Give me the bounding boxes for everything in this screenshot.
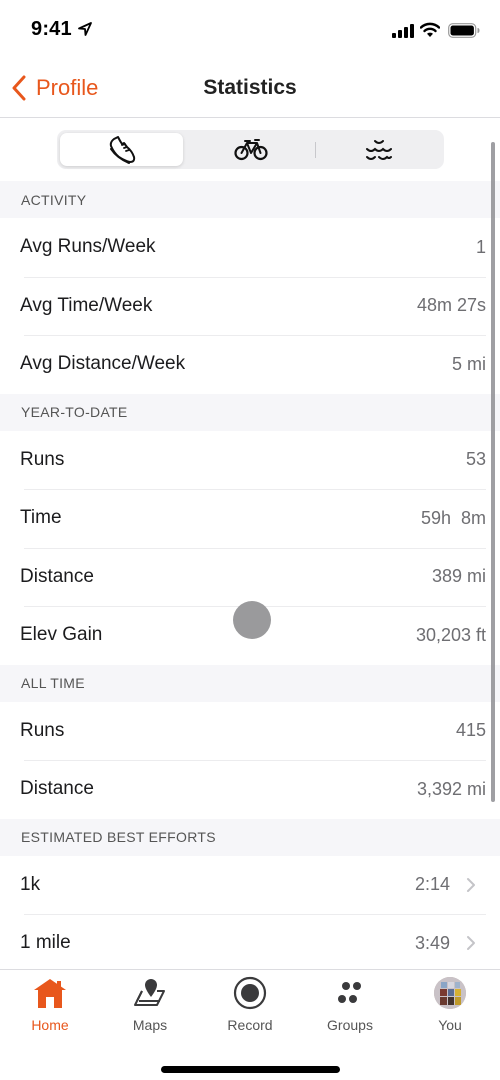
stat-label: Runs xyxy=(20,448,65,470)
stat-value: 30,203 ft xyxy=(415,624,486,645)
navigation-bar: Profile Statistics xyxy=(0,60,500,118)
stat-label: Distance xyxy=(20,565,94,587)
stat-value: 3,392 mi xyxy=(416,778,486,799)
stat-value: 48m 27s xyxy=(416,295,486,316)
section-header-year-to-date: YEAR-TO-DATE xyxy=(0,393,500,431)
swim-waves-icon xyxy=(365,139,392,160)
stat-row: Runs 415 xyxy=(0,701,500,760)
effort-label: 1k xyxy=(20,873,41,895)
stat-value: 59h 8m xyxy=(420,507,486,528)
stat-value: 1 xyxy=(475,236,486,257)
wifi-icon xyxy=(420,22,440,37)
stat-label: Avg Time/Week xyxy=(20,294,153,316)
tab-record[interactable]: Record xyxy=(200,976,300,1038)
bicycle-icon xyxy=(233,138,268,160)
tab-bar: Home Maps Record Groups You xyxy=(0,969,500,1080)
touch-indicator xyxy=(233,601,271,639)
cellular-signal-icon xyxy=(392,24,414,38)
stat-label: Distance xyxy=(20,778,94,800)
running-shoe-icon xyxy=(109,135,135,164)
record-icon xyxy=(233,976,267,1010)
status-bar: 9:41 xyxy=(0,0,500,60)
effort-label: 1 mile xyxy=(20,932,71,954)
tab-maps[interactable]: Maps xyxy=(100,976,200,1038)
tab-label: Maps xyxy=(132,1017,168,1033)
stat-label: Time xyxy=(20,507,62,529)
stat-row: Distance 389 mi xyxy=(0,547,500,606)
best-effort-row[interactable]: 1k 2:14 xyxy=(0,855,500,914)
avatar xyxy=(434,977,466,1009)
sport-type-selector xyxy=(57,130,444,169)
segment-swim[interactable] xyxy=(318,133,441,166)
page-title: Statistics xyxy=(203,76,297,99)
home-icon xyxy=(34,979,66,1008)
section-header-best-efforts: ESTIMATED BEST EFFORTS xyxy=(0,818,500,856)
stat-value: 415 xyxy=(455,720,486,741)
stat-label: Avg Distance/Week xyxy=(20,353,186,375)
section-all-time: Runs 415 Distance 3,392 mi xyxy=(0,701,500,819)
tab-label: Record xyxy=(227,1017,273,1033)
best-effort-row[interactable]: 1 mile 3:49 xyxy=(0,914,500,969)
section-header-activity: ACTIVITY xyxy=(0,181,500,218)
location-arrow-icon xyxy=(78,22,92,36)
section-header-all-time: ALL TIME xyxy=(0,664,500,702)
stat-label: Runs xyxy=(20,719,65,741)
stat-value: 53 xyxy=(465,449,486,470)
stat-row: Avg Runs/Week 1 xyxy=(0,218,500,277)
stat-row: Runs 53 xyxy=(0,430,500,489)
effort-value: 2:14 xyxy=(414,874,450,895)
tab-home[interactable]: Home xyxy=(0,976,100,1038)
chevron-right-icon xyxy=(467,877,475,892)
section-activity: Avg Runs/Week 1 Avg Time/Week 48m 27s Av… xyxy=(0,218,500,394)
map-pin-icon xyxy=(134,979,165,1006)
stat-row: Avg Distance/Week 5 mi xyxy=(0,335,500,394)
scrollbar[interactable] xyxy=(491,142,495,802)
stat-row: Time 59h 8m xyxy=(0,489,500,548)
stat-row: Distance 3,392 mi xyxy=(0,760,500,819)
segment-ride[interactable] xyxy=(189,133,312,166)
tab-label: You xyxy=(438,1017,462,1033)
section-best-efforts: 1k 2:14 1 mile 3:49 xyxy=(0,855,500,969)
chevron-right-icon xyxy=(467,936,475,951)
stat-label: Avg Runs/Week xyxy=(20,236,156,258)
segment-run[interactable] xyxy=(60,133,183,166)
effort-value: 3:49 xyxy=(414,932,450,953)
statistics-list: ACTIVITY Avg Runs/Week 1 Avg Time/Week 4… xyxy=(0,181,500,969)
stat-value: 389 mi xyxy=(431,566,486,587)
tab-you[interactable]: You xyxy=(400,976,500,1038)
battery-icon xyxy=(448,23,480,38)
stat-label: Elev Gain xyxy=(20,624,103,646)
status-time: 9:41 xyxy=(31,18,72,40)
groups-icon xyxy=(338,982,361,1003)
stat-row: Avg Time/Week 48m 27s xyxy=(0,276,500,335)
stat-value: 5 mi xyxy=(451,353,486,374)
tab-label: Groups xyxy=(327,1017,373,1033)
tab-label: Home xyxy=(31,1017,69,1033)
segment-divider xyxy=(315,142,316,158)
home-indicator xyxy=(161,1066,340,1073)
tab-groups[interactable]: Groups xyxy=(300,976,400,1038)
